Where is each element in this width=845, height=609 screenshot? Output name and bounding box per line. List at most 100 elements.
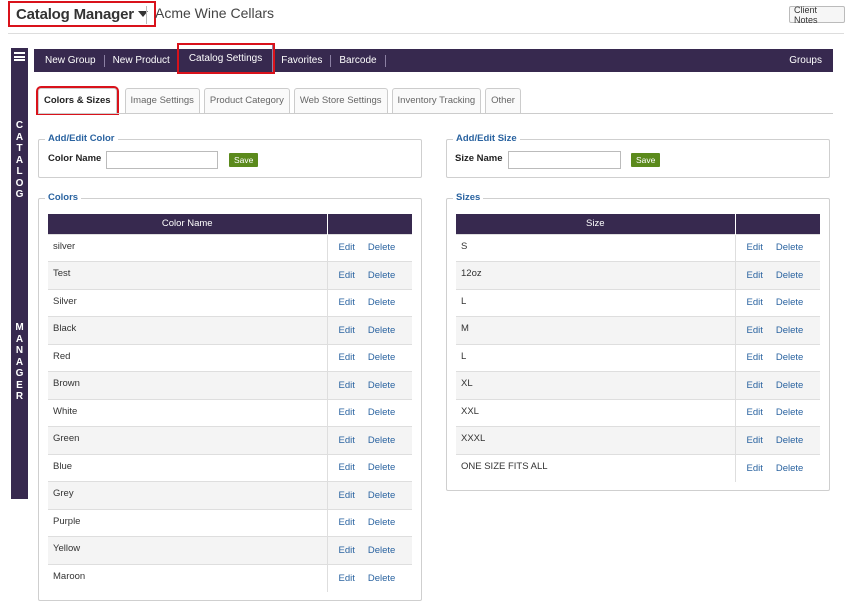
row-actions: Edit Delete [327,288,412,317]
row-name: Test [48,261,328,289]
delete-link[interactable]: Delete [368,325,395,336]
table-row: Purple Edit Delete [48,508,412,537]
delete-link[interactable]: Delete [368,270,395,281]
row-actions: Edit Delete [327,508,412,537]
tab-image-settings[interactable]: Image Settings [124,88,200,113]
edit-link[interactable]: Edit [747,297,763,308]
edit-link[interactable]: Edit [339,573,355,584]
row-actions: Edit Delete [327,481,412,509]
delete-link[interactable]: Delete [776,352,803,363]
sizes-table: Size S Edit Delete 12oz Edit Delete L Edit Delet… [456,214,820,482]
edit-link[interactable]: Edit [339,242,355,253]
edit-link[interactable]: Edit [339,407,355,418]
edit-link[interactable]: Edit [747,380,763,391]
delete-link[interactable]: Delete [776,242,803,253]
hamburger-menu-icon[interactable] [14,52,25,61]
edit-link[interactable]: Edit [747,463,763,474]
delete-link[interactable]: Delete [776,270,803,281]
delete-link[interactable]: Delete [776,380,803,391]
row-name: S [456,233,736,262]
row-actions: Edit Delete [735,343,820,372]
nav-new-group[interactable]: New Group [34,54,105,67]
delete-link[interactable]: Delete [776,407,803,418]
color-name-label: Color Name [48,153,102,164]
edit-link[interactable]: Edit [339,380,355,391]
delete-link[interactable]: Delete [776,297,803,308]
add-edit-color-panel: Add/Edit Color Color Name Save [38,133,422,178]
edit-link[interactable]: Edit [747,325,763,336]
edit-link[interactable]: Edit [339,270,355,281]
save-color-button[interactable]: Save [229,153,259,167]
client-notes-button[interactable]: Client Notes [789,5,845,25]
table-row: XL Edit Delete [456,371,820,399]
row-name: Red [48,343,328,372]
edit-link[interactable]: Edit [339,297,355,308]
edit-link[interactable]: Edit [339,462,355,473]
top-nav-bar: New Group New Product Catalog Settings F… [34,43,833,74]
size-name-input[interactable] [508,151,621,169]
row-name: Silver [48,288,328,317]
table-row: Black Edit Delete [48,316,412,344]
save-size-button[interactable]: Save [631,153,661,167]
edit-link[interactable]: Edit [339,545,355,556]
row-actions: Edit Delete [327,563,412,592]
app-title: Catalog Manager [16,5,134,23]
settings-tabs: Colors & Sizes Image Settings Product Ca… [36,86,525,115]
edit-link[interactable]: Edit [339,325,355,336]
tab-colors-sizes[interactable]: Colors & Sizes [36,86,119,115]
table-row: M Edit Delete [456,316,820,344]
tab-inventory-tracking[interactable]: Inventory Tracking [391,88,482,113]
row-name: silver [48,233,328,262]
edit-link[interactable]: Edit [339,517,355,528]
row-name: Purple [48,508,328,537]
tab-product-category[interactable]: Product Category [203,88,290,113]
tab-divider [38,113,833,114]
row-name: Brown [48,371,328,399]
color-name-input[interactable] [106,151,218,169]
delete-link[interactable]: Delete [368,352,395,363]
delete-link[interactable]: Delete [368,380,395,391]
delete-link[interactable]: Delete [368,435,395,446]
delete-link[interactable]: Delete [368,517,395,528]
nav-favorites[interactable]: Favorites [273,54,332,67]
row-actions: Edit Delete [735,261,820,289]
row-actions: Edit Delete [735,398,820,427]
delete-link[interactable]: Delete [776,463,803,474]
edit-link[interactable]: Edit [747,352,763,363]
row-name: Maroon [48,563,328,592]
delete-link[interactable]: Delete [368,545,395,556]
table-row: Blue Edit Delete [48,453,412,482]
tab-other[interactable]: Other [485,88,521,113]
delete-link[interactable]: Delete [776,435,803,446]
nav-catalog-settings[interactable]: Catalog Settings [176,43,276,74]
tab-web-store-settings[interactable]: Web Store Settings [293,88,388,113]
delete-link[interactable]: Delete [368,242,395,253]
edit-link[interactable]: Edit [747,242,763,253]
edit-link[interactable]: Edit [747,407,763,418]
delete-link[interactable]: Delete [368,407,395,418]
sidebar-word-manager: M A N A G E R [15,322,24,402]
nav-groups[interactable]: Groups [789,49,822,72]
edit-link[interactable]: Edit [339,435,355,446]
row-actions: Edit Delete [327,536,412,564]
delete-link[interactable]: Delete [776,325,803,336]
row-actions: Edit Delete [735,233,820,262]
edit-link[interactable]: Edit [747,270,763,281]
edit-link[interactable]: Edit [339,352,355,363]
nav-new-product[interactable]: New Product [105,54,179,67]
row-name: XL [456,371,736,399]
app-title-menu[interactable]: Catalog Manager [8,1,156,27]
delete-link[interactable]: Delete [368,297,395,308]
delete-link[interactable]: Delete [368,490,395,501]
row-actions: Edit Delete [327,426,412,454]
delete-link[interactable]: Delete [368,573,395,584]
edit-link[interactable]: Edit [339,490,355,501]
nav-barcode[interactable]: Barcode [331,54,386,67]
row-actions: Edit Delete [327,343,412,372]
edit-link[interactable]: Edit [747,435,763,446]
row-actions: Edit Delete [327,316,412,344]
table-row: Red Edit Delete [48,343,412,372]
delete-link[interactable]: Delete [368,462,395,473]
row-actions: Edit Delete [735,453,820,482]
row-name: 12oz [456,261,736,289]
